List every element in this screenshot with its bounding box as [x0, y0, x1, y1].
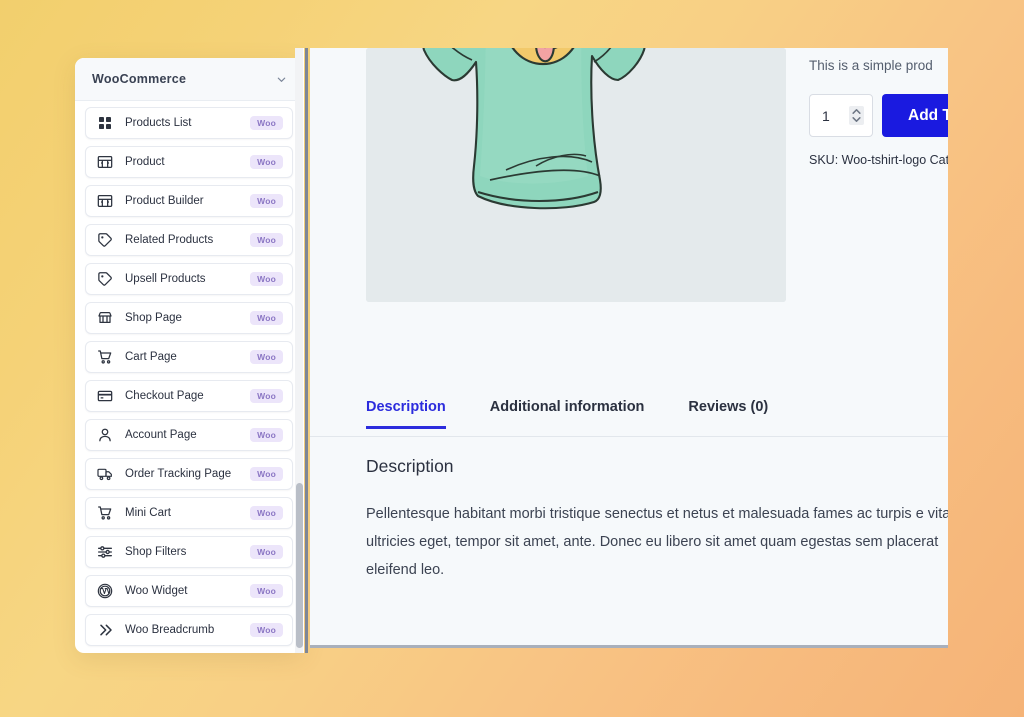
sidebar-item-label: Checkout Page: [125, 390, 204, 402]
woo-badge: Woo: [250, 623, 283, 637]
sliders-icon: [97, 544, 113, 560]
wordpress-icon: [97, 583, 113, 599]
product-purchase-info: This is a simple prod 1 Add T SKU: Woo-t…: [809, 56, 948, 167]
chevron-down-icon[interactable]: [276, 74, 287, 85]
sidebar-item-label: Shop Page: [125, 312, 182, 324]
tab-reviews-0[interactable]: Reviews (0): [688, 391, 768, 428]
sidebar-item-woo-widget[interactable]: Woo Widget Woo: [85, 575, 293, 607]
sidebar-item-label: Mini Cart: [125, 507, 172, 519]
product-image[interactable]: [366, 48, 786, 302]
woo-badge: Woo: [250, 428, 283, 442]
product-box-icon: [97, 154, 113, 170]
sidebar-item-label: Shop Filters: [125, 546, 187, 558]
cart-icon: [97, 505, 113, 521]
sidebar-item-label: Products List: [125, 117, 192, 129]
woo-badge: Woo: [250, 467, 283, 481]
sidebar-item-account-page[interactable]: Account Page Woo: [85, 419, 293, 451]
tab-additional-information[interactable]: Additional information: [490, 391, 645, 428]
chevrons-right-icon: [97, 622, 113, 638]
sidebar-item-label: Related Products: [125, 234, 214, 246]
product-preview-panel: This is a simple prod 1 Add T SKU: Woo-t…: [310, 48, 948, 648]
woo-badge: Woo: [250, 506, 283, 520]
sidebar-item-label: Woo Widget: [125, 585, 188, 597]
sidebar-item-related-products[interactable]: Related Products Woo: [85, 224, 293, 256]
add-to-cart-button[interactable]: Add T: [882, 94, 948, 137]
sidebar-item-product[interactable]: Product Woo: [85, 146, 293, 178]
truck-icon: [97, 466, 113, 482]
product-summary: This is a simple prod 1 Add T SKU: Woo-t…: [310, 48, 948, 358]
sidebar-item-label: Order Tracking Page: [125, 468, 232, 480]
sidebar-item-label: Woo Breadcrumb: [125, 624, 215, 636]
woo-badge: Woo: [250, 584, 283, 598]
description-section: Description Pellentesque habitant morbi …: [366, 456, 948, 584]
woocommerce-widget-panel: WooCommerce Products List Woo Product Woo Pr…: [75, 58, 303, 653]
panel-divider: [305, 48, 308, 653]
sidebar-item-list: Products List Woo Product Woo Product Builde…: [75, 101, 303, 653]
sidebar-item-shop-page[interactable]: Shop Page Woo: [85, 302, 293, 334]
sidebar-item-label: Product Builder: [125, 195, 204, 207]
sku-meta: SKU: Woo-tshirt-logo Cat: [809, 153, 948, 167]
woo-badge: Woo: [250, 272, 283, 286]
storefront-icon: [97, 310, 113, 326]
tab-description[interactable]: Description: [366, 391, 446, 429]
quantity-value: 1: [822, 107, 830, 124]
tag-icon: [97, 232, 113, 248]
product-tabs: Description Additional information Reviews…: [310, 391, 948, 437]
woo-badge: Woo: [250, 389, 283, 403]
cart-icon: [97, 349, 113, 365]
woo-badge: Woo: [250, 350, 283, 364]
user-icon: [97, 427, 113, 443]
woo-badge: Woo: [250, 545, 283, 559]
grid-icon: [97, 115, 113, 131]
sidebar-title: WooCommerce: [92, 72, 187, 86]
sidebar-item-upsell-products[interactable]: Upsell Products Woo: [85, 263, 293, 295]
sidebar-item-products-list[interactable]: Products List Woo: [85, 107, 293, 139]
tag-icon: [97, 271, 113, 287]
sidebar-item-shop-filters[interactable]: Shop Filters Woo: [85, 536, 293, 568]
woo-badge: Woo: [250, 233, 283, 247]
sidebar-item-label: Upsell Products: [125, 273, 206, 285]
woo-badge: Woo: [250, 116, 283, 130]
sidebar-item-label: Account Page: [125, 429, 197, 441]
sidebar-item-order-tracking-page[interactable]: Order Tracking Page Woo: [85, 458, 293, 490]
sidebar-item-label: Product: [125, 156, 165, 168]
quantity-stepper[interactable]: 1: [809, 94, 873, 137]
description-body: Pellentesque habitant morbi tristique se…: [366, 506, 948, 578]
purchase-controls: 1 Add T: [809, 94, 948, 137]
credit-card-icon: [97, 388, 113, 404]
sidebar-item-label: Cart Page: [125, 351, 177, 363]
sidebar-item-woo-breadcrumb[interactable]: Woo Breadcrumb Woo: [85, 614, 293, 646]
woo-badge: Woo: [250, 311, 283, 325]
product-box-icon: [97, 193, 113, 209]
sidebar-scrollbar-thumb[interactable]: [296, 483, 303, 648]
description-heading: Description: [366, 456, 454, 476]
sidebar-header[interactable]: WooCommerce: [75, 58, 303, 101]
sidebar-item-mini-cart[interactable]: Mini Cart Woo: [85, 497, 293, 529]
woo-badge: Woo: [250, 194, 283, 208]
simple-product-note: This is a simple prod: [809, 58, 933, 73]
sidebar-item-cart-page[interactable]: Cart Page Woo: [85, 341, 293, 373]
woo-badge: Woo: [250, 155, 283, 169]
sidebar-item-checkout-page[interactable]: Checkout Page Woo: [85, 380, 293, 412]
sidebar-item-product-builder[interactable]: Product Builder Woo: [85, 185, 293, 217]
quantity-spinner-icon[interactable]: [849, 106, 864, 125]
